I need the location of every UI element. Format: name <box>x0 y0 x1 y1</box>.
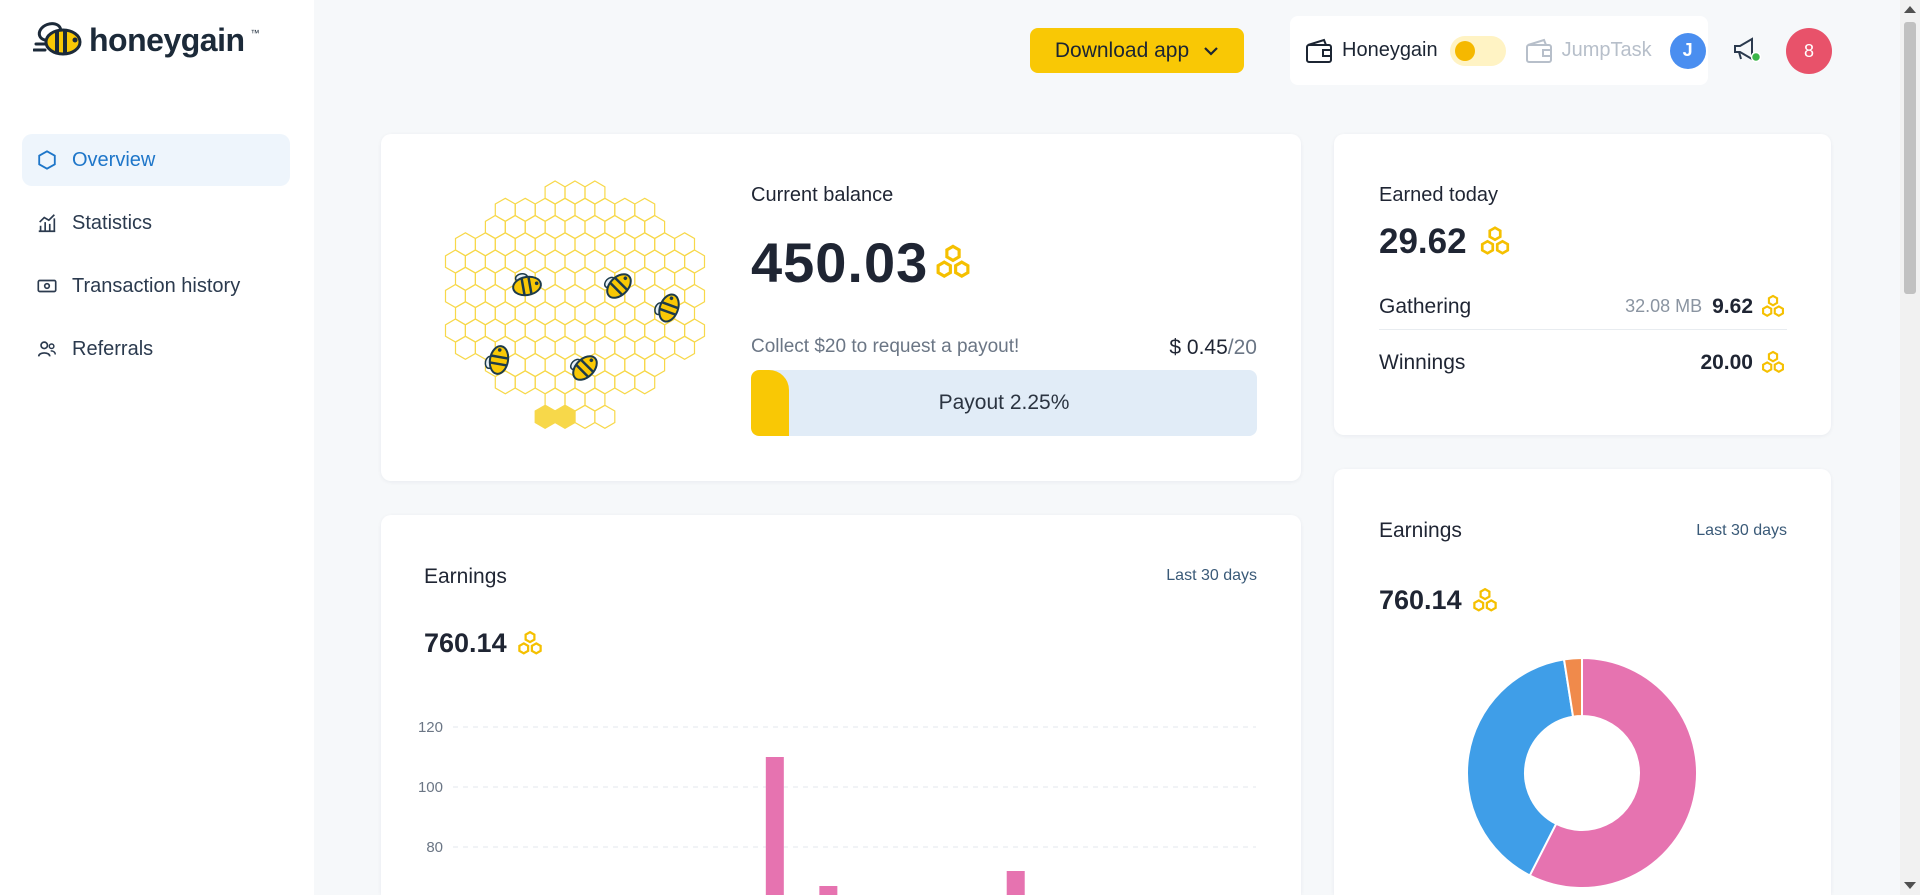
sidebar-item-overview[interactable]: Overview <box>22 134 290 186</box>
banknote-icon <box>37 279 57 293</box>
breakdown-range-selector[interactable]: Last 30 days <box>1696 522 1787 540</box>
balance-value: 450.03 <box>751 230 974 295</box>
y-tick-label: 80 <box>426 839 443 856</box>
trademark: ™ <box>250 28 260 38</box>
sidebar-nav: Overview Statistics Transaction history … <box>22 134 290 386</box>
earnings-title: Earnings <box>424 565 507 588</box>
honeycomb-cell <box>594 404 616 429</box>
honeycoin-icon <box>1762 350 1784 373</box>
earnings-bar-chart: 6080100120 <box>418 719 1256 895</box>
honeycomb-cell <box>674 335 696 360</box>
earnings-breakdown-card: Earnings Last 30 days 760.14 <box>1334 469 1831 895</box>
earnings-bar <box>765 757 784 895</box>
sidebar-item-label: Overview <box>72 148 156 171</box>
gathering-value: 32.08 MB 9.62 <box>1625 293 1787 321</box>
earned-today-value: 29.62 <box>1379 222 1513 262</box>
sidebar-item-label: Statistics <box>72 211 153 234</box>
sidebar-item-label: Transaction history <box>72 274 241 297</box>
megaphone-icon[interactable] <box>1730 32 1764 66</box>
earned-today-card: Earned today 29.62 Gathering 32.08 MB 9.… <box>1334 134 1831 435</box>
breakdown-amount: 760.14 <box>1379 585 1462 615</box>
earnings-chart-card: 6080100120 Earnings Last 30 days 760.14 <box>381 515 1301 895</box>
gathering-label: Gathering <box>1379 294 1472 318</box>
honeycomb-cell <box>514 370 536 395</box>
honeycomb-cell <box>454 335 476 360</box>
gathering-traffic: 32.08 MB <box>1625 296 1703 316</box>
earned-today-amount: 29.62 <box>1379 222 1467 261</box>
winnings-amount: 20.00 <box>1700 351 1753 374</box>
app-jumptask-label[interactable]: JumpTask <box>1562 39 1652 62</box>
collect-message: Collect $20 to request a payout! <box>751 336 1020 357</box>
breakdown-title: Earnings <box>1379 519 1462 542</box>
sidebar: honeygain ™ Overview Statistics Transact… <box>0 0 314 895</box>
app-toggle[interactable] <box>1449 35 1506 66</box>
payout-current: $ 0.45 <box>1169 336 1228 359</box>
page-scrollbar[interactable] <box>1900 0 1920 895</box>
honeycoin-icon <box>517 630 542 655</box>
winnings-row: Winnings 20.00 <box>1379 340 1787 386</box>
scroll-thumb[interactable] <box>1904 22 1916 294</box>
honeycomb-cell <box>554 404 576 429</box>
breakdown-total: 760.14 <box>1379 585 1500 616</box>
honeycomb-cell <box>574 404 596 429</box>
logo-text: honeygain <box>89 21 245 58</box>
scroll-up-arrow[interactable] <box>1904 6 1916 13</box>
winnings-value: 20.00 <box>1700 349 1787 377</box>
honeycomb-illustration <box>444 180 706 429</box>
honeycomb-cell <box>614 370 636 395</box>
payout-progress-text: $ 0.45/20 <box>1169 336 1257 360</box>
honeycoin-icon <box>1762 294 1784 317</box>
toggle-knob <box>1454 40 1475 61</box>
honeycomb-cell <box>634 370 656 395</box>
honeycoin-icon <box>1480 226 1509 255</box>
users-icon <box>37 341 56 357</box>
honeygain-logo[interactable]: honeygain ™ <box>33 20 260 60</box>
honeycoin-icon <box>1472 587 1497 612</box>
bee-icon <box>654 293 680 323</box>
app-honeygain-label: Honeygain <box>1342 39 1438 61</box>
y-tick-label: 120 <box>418 719 443 736</box>
gathering-amount: 9.62 <box>1712 294 1753 318</box>
avatar[interactable]: 8 <box>1786 28 1832 74</box>
honeycomb-cell <box>534 404 556 429</box>
honeycoin-icon <box>936 244 970 278</box>
payout-label: Payout 2.25% <box>938 391 1070 414</box>
sidebar-item-transaction-history[interactable]: Transaction history <box>22 260 290 312</box>
winnings-label: Winnings <box>1379 351 1466 374</box>
payout-target: /20 <box>1227 336 1257 359</box>
app-switcher: Honeygain JumpTask J <box>1290 16 1708 85</box>
bee-logo-icon <box>33 22 82 56</box>
y-tick-label: 100 <box>418 779 443 796</box>
earnings-amount: 760.14 <box>424 628 507 658</box>
sidebar-item-statistics[interactable]: Statistics <box>22 197 290 249</box>
earnings-bar <box>819 886 838 895</box>
earnings-bar <box>1006 871 1025 895</box>
jumptask-badge[interactable]: J <box>1669 32 1706 69</box>
earned-today-label: Earned today <box>1379 184 1498 206</box>
wallet-muted-icon <box>1525 38 1552 63</box>
wallet-icon <box>1306 38 1332 63</box>
download-app-button[interactable]: Download app <box>1030 28 1244 73</box>
bee-icon <box>484 345 510 375</box>
payout-progress-bar: Payout 2.25% <box>751 370 1257 436</box>
balance-card: Current balance 450.03 Collect $20 to re… <box>381 134 1301 481</box>
gathering-row: Gathering 32.08 MB 9.62 <box>1379 284 1787 330</box>
scroll-down-arrow[interactable] <box>1904 882 1916 889</box>
hexagon-icon <box>38 150 56 170</box>
sidebar-item-referrals[interactable]: Referrals <box>22 323 290 375</box>
balance-amount: 450.03 <box>751 231 929 294</box>
earnings-range-selector[interactable]: Last 30 days <box>1166 567 1257 585</box>
earnings-total: 760.14 <box>424 628 545 659</box>
download-app-label: Download app <box>1054 38 1190 62</box>
sidebar-item-label: Referrals <box>72 337 154 360</box>
chart-icon <box>38 214 56 233</box>
chevron-down-icon <box>1204 46 1218 56</box>
balance-label: Current balance <box>751 184 894 206</box>
